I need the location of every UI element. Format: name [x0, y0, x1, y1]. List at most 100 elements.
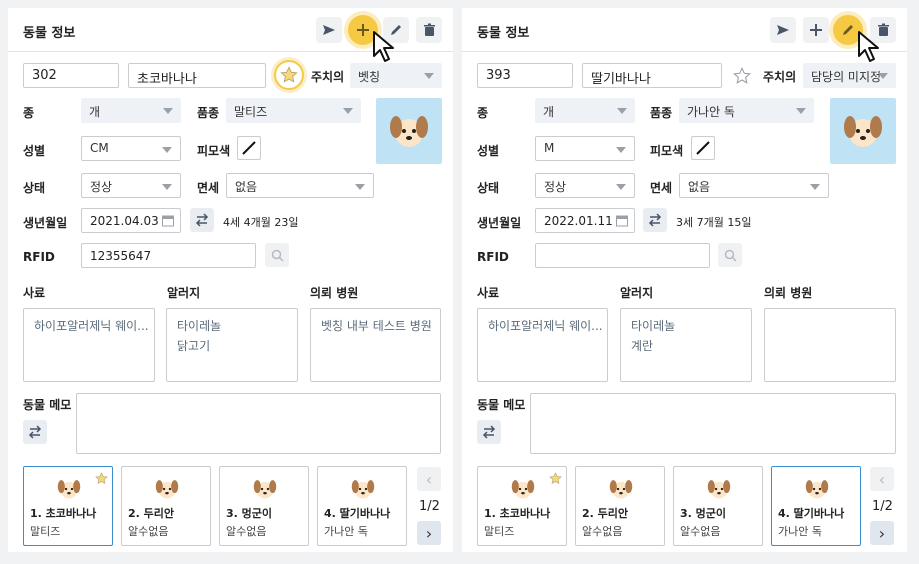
- animal-card[interactable]: 4. 딸기바나나 가나안 독: [317, 466, 407, 546]
- coat-color-label: 피모색: [650, 144, 684, 158]
- sex-select[interactable]: CM: [81, 136, 181, 161]
- delete-button[interactable]: [416, 17, 442, 43]
- star-icon: [733, 67, 751, 84]
- slash-icon: [696, 141, 710, 155]
- edit-button[interactable]: [383, 17, 409, 43]
- card-name: 2. 두리안: [582, 507, 629, 520]
- animal-card[interactable]: 3. 멍군이 알수없음: [219, 466, 309, 546]
- owner-label: 주치의: [763, 70, 797, 84]
- tax-exempt-label: 면세: [197, 181, 220, 195]
- next-page-button[interactable]: ›: [870, 521, 894, 545]
- animal-id-field[interactable]: 393: [477, 63, 573, 88]
- referral-hospital-box[interactable]: 벳칭 내부 테스트 병원: [310, 308, 441, 382]
- sex-value: M: [544, 141, 555, 155]
- calendar-icon: [616, 215, 628, 227]
- allergy-box[interactable]: 타이레놀 닭고기: [166, 308, 298, 382]
- card-name: 2. 두리안: [128, 507, 175, 520]
- card-name: 3. 멍군이: [226, 507, 273, 520]
- birth-date-field[interactable]: 2022.01.11: [535, 208, 635, 233]
- breed-select[interactable]: 가나안 독: [679, 98, 814, 123]
- card-breed: 말티즈: [484, 525, 515, 538]
- feed-box[interactable]: 하이포알러제닉 웨이...: [23, 308, 155, 382]
- rfid-search-button[interactable]: [265, 243, 289, 267]
- star-icon: [280, 66, 298, 83]
- avatar[interactable]: [830, 98, 896, 164]
- card-name: 1. 초코바나나: [484, 507, 551, 520]
- breed-label: 품종: [197, 106, 220, 120]
- sex-select[interactable]: M: [535, 136, 635, 161]
- card-name: 4. 딸기바나나: [778, 507, 845, 520]
- species-value: 개: [543, 105, 555, 119]
- card-breed: 가나안 독: [324, 525, 368, 538]
- animal-card[interactable]: 1. 초코바나나 말티즈: [477, 466, 567, 546]
- favorite-toggle[interactable]: [274, 60, 304, 90]
- owner-select[interactable]: 담당의 미지정: [803, 63, 896, 88]
- trash-icon: [423, 23, 435, 36]
- feed-value: 하이포알러제닉 웨이...: [34, 319, 149, 333]
- chevron-down-icon: [343, 108, 353, 114]
- status-select[interactable]: 정상: [81, 173, 181, 198]
- coat-color-picker[interactable]: [691, 136, 715, 160]
- status-select[interactable]: 정상: [535, 173, 635, 198]
- tax-exempt-select[interactable]: 없음: [679, 173, 829, 198]
- swap-memo-button[interactable]: [23, 420, 47, 444]
- send-button[interactable]: [770, 17, 796, 43]
- dog-icon: [351, 480, 375, 499]
- coat-color-picker[interactable]: [237, 136, 261, 160]
- animal-card[interactable]: 3. 멍군이 알수없음: [673, 466, 763, 546]
- breed-select[interactable]: 말티즈: [226, 98, 361, 123]
- sex-label: 성별: [477, 144, 500, 158]
- feed-box[interactable]: 하이포알러제닉 웨이...: [477, 308, 608, 382]
- plus-icon: [357, 24, 369, 36]
- send-button[interactable]: [316, 17, 342, 43]
- tax-exempt-select[interactable]: 없음: [226, 173, 374, 198]
- sex-label: 성별: [23, 144, 46, 158]
- owner-value: 벳칭: [358, 70, 381, 84]
- memo-field[interactable]: [530, 393, 896, 454]
- prev-page-button[interactable]: ‹: [417, 467, 441, 491]
- animal-id-field[interactable]: 302: [23, 63, 119, 88]
- search-icon: [271, 249, 284, 262]
- swap-birth-button[interactable]: [190, 208, 214, 232]
- birth-date-field[interactable]: 2021.04.03: [81, 208, 181, 233]
- pencil-icon: [391, 25, 401, 35]
- rfid-field[interactable]: 12355647: [81, 243, 256, 268]
- animal-card[interactable]: 2. 두리안 알수없음: [575, 466, 665, 546]
- referral-hospital-value: 벳칭 내부 테스트 병원: [321, 319, 432, 333]
- favorite-toggle[interactable]: [730, 64, 754, 88]
- animal-name-field[interactable]: 딸기바나나: [582, 63, 722, 88]
- next-page-button[interactable]: ›: [417, 521, 441, 545]
- swap-icon: [648, 213, 662, 227]
- animal-card[interactable]: 2. 두리안 알수없음: [121, 466, 211, 546]
- animal-card[interactable]: 1. 초코바나나 말티즈: [23, 466, 113, 546]
- birth-date-value: 2022.01.11: [544, 214, 613, 228]
- add-button[interactable]: [348, 15, 378, 45]
- animal-card[interactable]: 4. 딸기바나나 가나안 독: [771, 466, 861, 546]
- rfid-search-button[interactable]: [718, 243, 742, 267]
- species-select[interactable]: 개: [535, 98, 635, 123]
- tax-exempt-value: 없음: [235, 180, 258, 194]
- trash-icon: [877, 23, 889, 36]
- animal-name-field[interactable]: 초코바나나: [128, 63, 266, 88]
- owner-select[interactable]: 벳칭: [350, 63, 442, 88]
- referral-hospital-box[interactable]: [764, 308, 896, 382]
- memo-field[interactable]: [76, 393, 441, 454]
- avatar[interactable]: [376, 98, 442, 164]
- allergy-box[interactable]: 타이레놀 계란: [620, 308, 752, 382]
- edit-button[interactable]: [833, 15, 863, 45]
- rfid-field[interactable]: [535, 243, 710, 268]
- swap-birth-button[interactable]: [643, 208, 667, 232]
- status-label: 상태: [23, 181, 46, 195]
- plus-icon: [810, 24, 822, 36]
- delete-button[interactable]: [870, 17, 896, 43]
- rfid-label: RFID: [477, 250, 509, 264]
- calendar-icon: [162, 215, 174, 227]
- dog-icon: [253, 480, 277, 499]
- referral-hospital-label: 의뢰 병원: [310, 286, 359, 300]
- swap-memo-button[interactable]: [477, 420, 501, 444]
- add-button[interactable]: [803, 17, 829, 43]
- prev-page-button[interactable]: ‹: [870, 467, 894, 491]
- send-icon: [777, 25, 789, 35]
- sex-value: CM: [90, 141, 109, 155]
- species-select[interactable]: 개: [81, 98, 181, 123]
